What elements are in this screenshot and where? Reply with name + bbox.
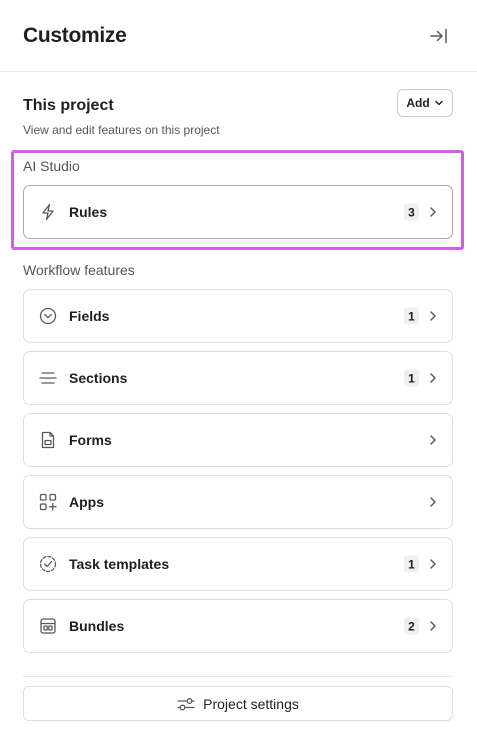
panel-header: Customize [0, 0, 477, 72]
feature-card-apps[interactable]: Apps [23, 475, 453, 529]
count-badge: 1 [404, 555, 419, 573]
group-label-ai-studio: AI Studio [23, 158, 80, 174]
apps-grid-icon [39, 493, 57, 511]
chevron-right-icon [428, 434, 438, 446]
form-document-icon [39, 431, 57, 449]
section-title-this-project: This project [23, 97, 114, 114]
feature-label: Forms [69, 432, 112, 448]
feature-card-bundles[interactable]: Bundles 2 [23, 599, 453, 653]
dashed-check-circle-icon [39, 555, 57, 573]
count-badge: 1 [404, 307, 419, 325]
chevron-right-icon [428, 206, 438, 218]
bundle-icon [39, 617, 57, 635]
feature-label: Sections [69, 370, 128, 386]
count-badge: 2 [404, 617, 419, 635]
project-settings-label: Project settings [203, 695, 299, 712]
lightning-icon [39, 203, 57, 221]
chevron-right-icon [428, 620, 438, 632]
chevron-right-icon [428, 310, 438, 322]
chevron-right-icon [428, 372, 438, 384]
add-button[interactable]: Add [397, 89, 453, 117]
feature-card-task-templates[interactable]: Task templates 1 [23, 537, 453, 591]
feature-label: Bundles [69, 618, 125, 634]
settings-sliders-icon [177, 697, 195, 710]
feature-label: Apps [69, 494, 104, 510]
group-label-workflow-features: Workflow features [23, 262, 135, 278]
chevron-down-icon [434, 100, 443, 106]
section-subtitle: View and edit features on this project [23, 123, 220, 137]
circle-chevron-icon [39, 307, 57, 325]
collapse-right-icon [430, 28, 447, 44]
feature-label: Rules [69, 204, 108, 220]
collapse-panel-button[interactable] [426, 24, 452, 48]
project-settings-button[interactable]: Project settings [23, 686, 453, 721]
feature-label: Fields [69, 308, 110, 324]
chevron-right-icon [428, 496, 438, 508]
footer-divider [23, 676, 453, 677]
panel-title: Customize [23, 24, 127, 47]
feature-card-fields[interactable]: Fields 1 [23, 289, 453, 343]
count-badge: 1 [404, 369, 419, 387]
sections-lines-icon [39, 369, 57, 387]
feature-card-rules[interactable]: Rules 3 [23, 185, 453, 239]
count-badge: 3 [404, 203, 419, 221]
feature-label: Task templates [69, 556, 170, 572]
feature-card-forms[interactable]: Forms [23, 413, 453, 467]
add-button-label: Add [406, 96, 430, 110]
chevron-right-icon [428, 558, 438, 570]
feature-card-sections[interactable]: Sections 1 [23, 351, 453, 405]
